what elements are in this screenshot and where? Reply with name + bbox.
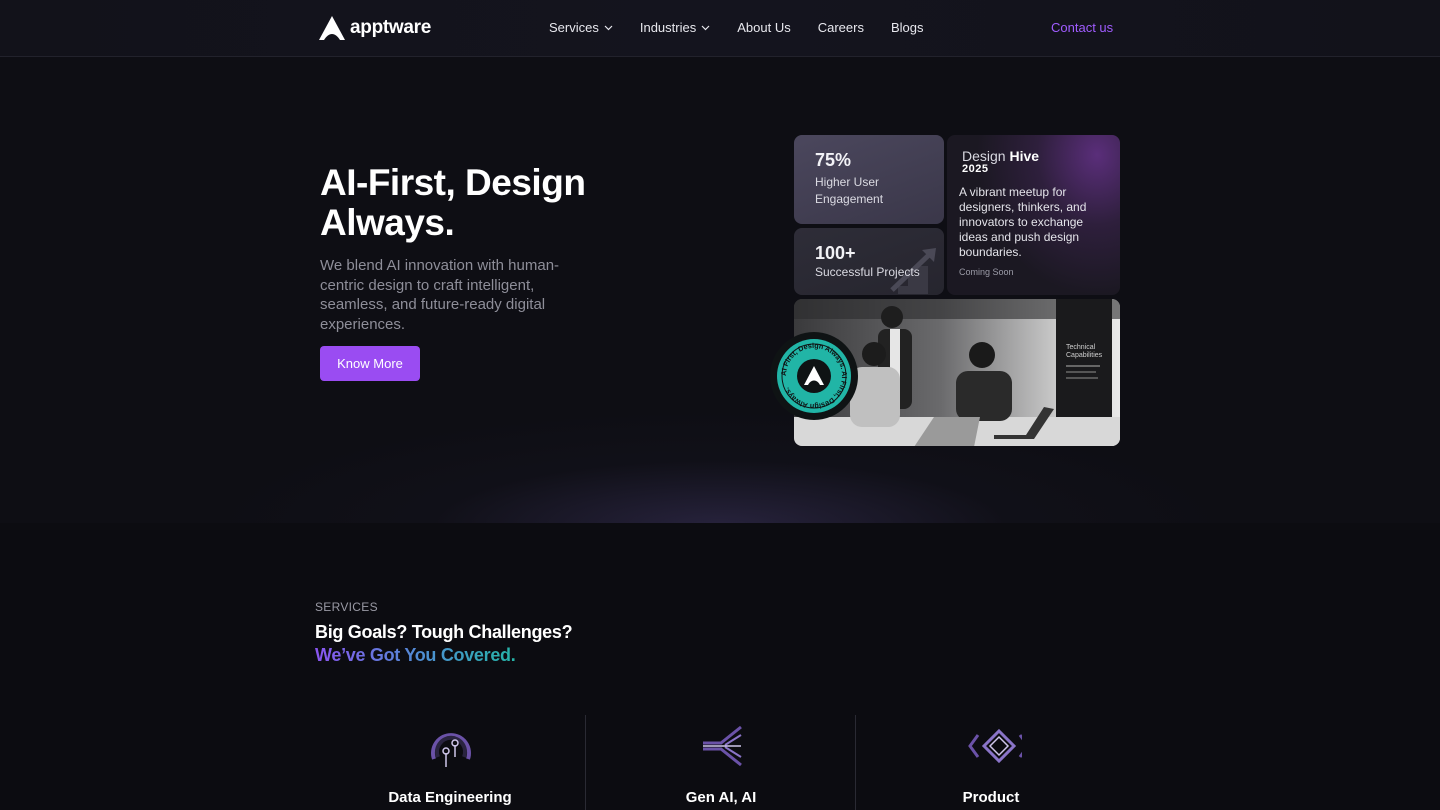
service-product[interactable]: Product <box>855 715 1125 810</box>
nav-careers-label: Careers <box>817 20 864 35</box>
nav-services-label: Services <box>549 20 599 35</box>
services-heading-accent: We’ve Got You Covered. <box>315 645 516 665</box>
service-data-engineering[interactable]: Data Engineering <box>315 715 585 810</box>
service-name: Product <box>962 789 1020 806</box>
stat-card-projects: 100+ Successful Projects <box>794 228 944 295</box>
product-icon <box>968 728 1022 764</box>
contact-us-link[interactable]: Contact us <box>1051 20 1113 35</box>
nav-blogs-label: Blogs <box>890 20 924 35</box>
nav-about-us[interactable]: About Us <box>737 20 790 35</box>
svg-text:Capabilities: Capabilities <box>1066 352 1103 359</box>
page: apptware Services Industries About Us Ca… <box>0 0 1440 810</box>
main-nav: Services Industries About Us Careers Blo… <box>549 20 924 35</box>
stat-value: 75% <box>815 150 852 170</box>
apptware-logo-icon <box>319 16 345 40</box>
service-name: Data Engineering <box>388 789 512 806</box>
nav-industries[interactable]: Industries <box>640 20 710 35</box>
chevron-down-icon <box>701 25 710 30</box>
gen-ai-icon <box>703 725 742 767</box>
nav-industries-label: Industries <box>639 20 697 35</box>
badge-inner: AI First, Design Always. AI First, Desig… <box>777 339 851 413</box>
event-year: 2025 <box>962 163 989 175</box>
stat-label: Higher User Engagement <box>815 175 884 206</box>
stat-card-engagement: 75% Higher User Engagement <box>794 135 944 224</box>
chevron-down-icon <box>604 25 613 30</box>
service-name: Gen AI, AI <box>685 789 757 806</box>
services-heading: Big Goals? Tough Challenges? <box>315 622 573 642</box>
nav-services[interactable]: Services <box>549 20 613 35</box>
hero-section: AI-First, Design Always. We blend AI inn… <box>0 57 1440 523</box>
ai-first-badge: AI First, Design Always. AI First, Desig… <box>770 332 858 420</box>
nav-careers[interactable]: Careers <box>818 20 864 35</box>
event-title-light: Design <box>962 148 1006 164</box>
nav-about-us-label: About Us <box>737 20 791 35</box>
badge-logo-icon: AI First, Design Always. AI First, Desig… <box>779 341 849 411</box>
event-status: Coming Soon <box>959 267 1014 277</box>
logo[interactable]: apptware <box>318 15 431 41</box>
stat-label: Successful Projects <box>815 265 920 279</box>
nav-blogs[interactable]: Blogs <box>891 20 924 35</box>
service-gen-ai[interactable]: Gen AI, AI <box>585 715 855 810</box>
logo-text: apptware <box>350 17 432 38</box>
event-title-bold: Hive <box>1009 148 1040 164</box>
services-section: SERVICES Big Goals? Tough Challenges? We… <box>0 523 1440 810</box>
hero-title: AI-First, Design Always. <box>320 162 586 243</box>
site-header: apptware Services Industries About Us Ca… <box>0 0 1440 57</box>
event-title: Design Hive <box>962 148 1039 164</box>
section-tag: SERVICES <box>315 600 378 614</box>
know-more-button[interactable]: Know More <box>320 346 420 381</box>
screen-title: Technical <box>1066 344 1096 351</box>
hero-subtitle: We blend AI innovation with human-centri… <box>320 257 560 333</box>
data-engineering-icon <box>431 733 471 767</box>
stat-value: 100+ <box>815 243 856 263</box>
event-description: A vibrant meetup for designers, thinkers… <box>959 185 1087 259</box>
event-card-design-hive[interactable]: Design Hive 2025 A vibrant meetup for de… <box>947 135 1120 295</box>
